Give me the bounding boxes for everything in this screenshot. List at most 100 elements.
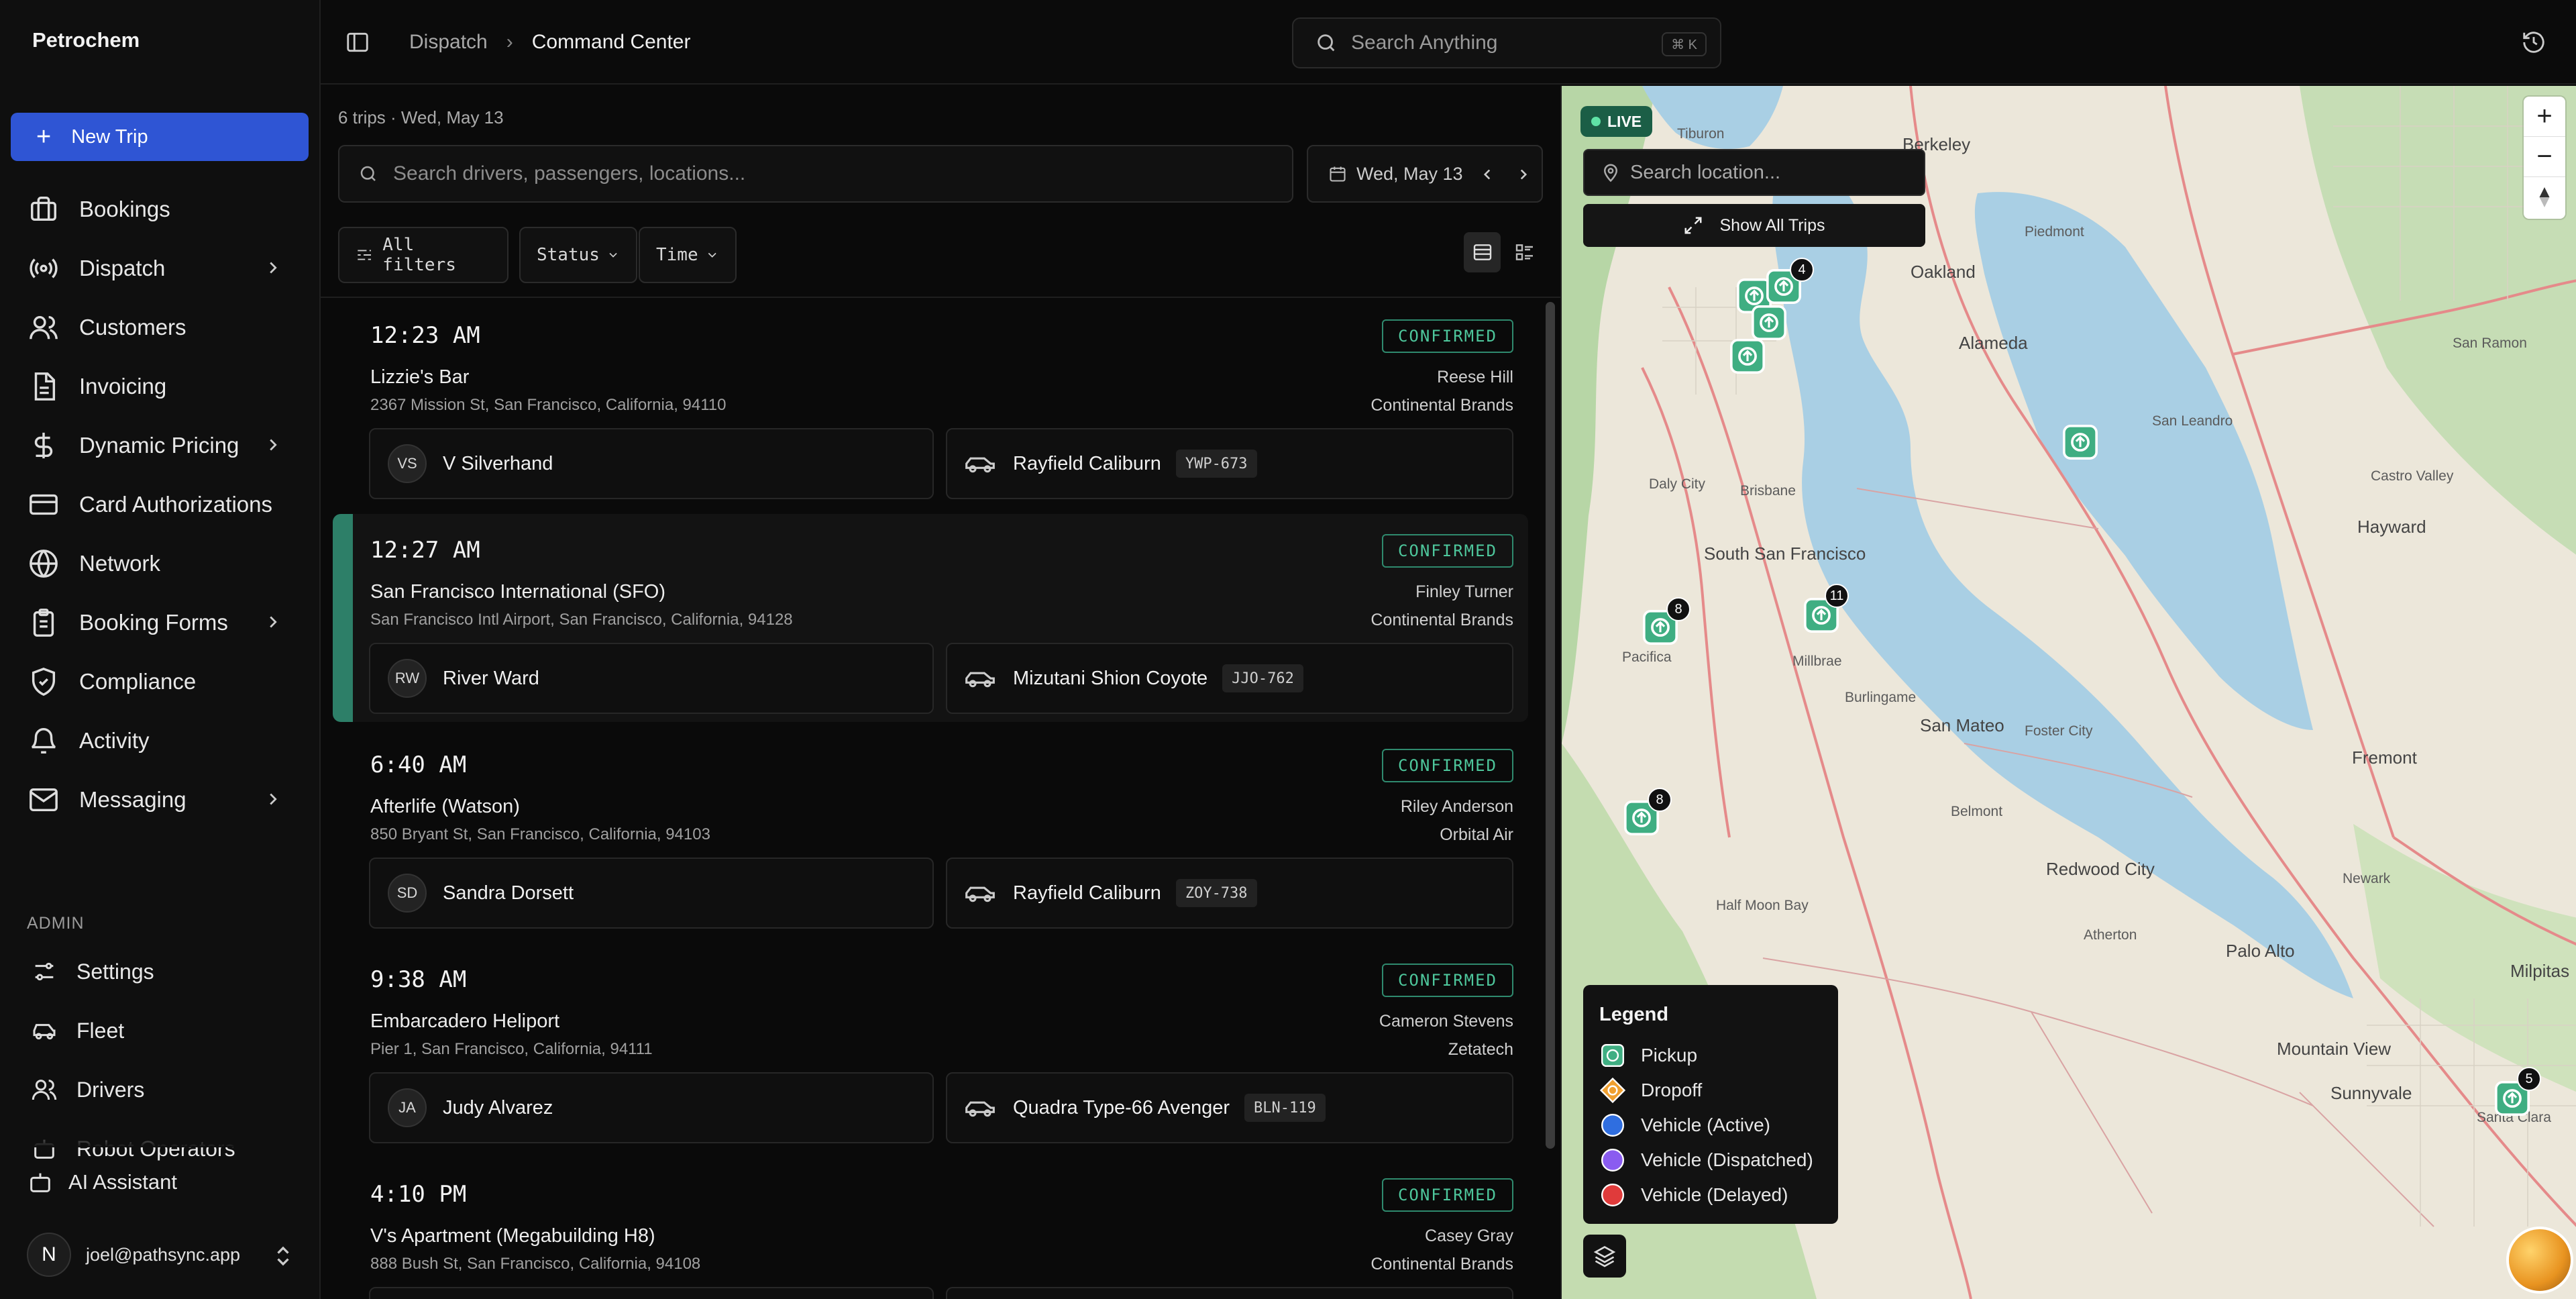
detail-view-button[interactable] <box>1506 232 1543 272</box>
trip-card[interactable]: 9:38 AM CONFIRMED Embarcadero Heliport P… <box>333 943 1528 1151</box>
sidebar-item-messaging[interactable]: Messaging <box>28 780 283 820</box>
pickup-cluster-marker[interactable]: 5 <box>2493 1067 2541 1118</box>
scrollbar-thumb[interactable] <box>1546 302 1555 1149</box>
chevron-left-icon[interactable] <box>1479 165 1496 184</box>
vehicle-card[interactable]: Mizutani Shion Coyote JJO-762 <box>946 643 1513 714</box>
trip-company: Continental Brands <box>1371 1255 1513 1274</box>
pickup-cluster-marker[interactable]: 8 <box>1622 788 1672 837</box>
driver-card[interactable]: VS V Silverhand <box>369 428 934 499</box>
map-pin-icon <box>1603 164 1618 183</box>
cluster-count: 5 <box>2517 1067 2541 1091</box>
zoom-controls: + − <box>2524 97 2565 219</box>
sidebar-item-label: Network <box>79 551 161 576</box>
zoom-in-button[interactable]: + <box>2524 97 2565 137</box>
trip-time: 9:38 AM <box>370 966 467 993</box>
time-filter-button[interactable]: Time <box>639 227 737 283</box>
sidebar-item-dispatch[interactable]: Dispatch <box>28 248 283 289</box>
pickup-pin-icon <box>2063 425 2098 460</box>
vehicle-card[interactable]: Rayfield Caliburn YWP-673 <box>946 428 1513 499</box>
driver-card[interactable]: SD Sandra Dorsett <box>369 858 934 929</box>
driver-avatar: RW <box>388 659 427 698</box>
all-filters-button[interactable]: All filters <box>338 227 508 283</box>
sidebar-item-compliance[interactable]: Compliance <box>28 662 283 702</box>
driver-card[interactable] <box>369 1287 934 1299</box>
pickup-cluster-marker[interactable]: 4 <box>1764 258 1814 306</box>
status-filter-button[interactable]: Status <box>519 227 637 283</box>
trip-card[interactable]: 4:10 PM CONFIRMED V's Apartment (Megabui… <box>333 1158 1528 1299</box>
chevron-up-down-icon <box>277 1246 289 1266</box>
sidebar-toggle-icon[interactable] <box>345 30 370 55</box>
car-icon <box>965 886 995 902</box>
layers-button[interactable] <box>1583 1235 1626 1278</box>
zoom-out-button[interactable]: − <box>2524 137 2565 177</box>
trip-passenger: Riley Anderson <box>1400 797 1513 816</box>
location-search-input[interactable]: Search location... <box>1583 149 1925 196</box>
user-menu[interactable]: N joel@pathsync.app <box>27 1228 295 1282</box>
date-picker[interactable]: Wed, May 13 <box>1307 145 1543 203</box>
compass-button[interactable] <box>2524 177 2565 217</box>
driver-name: Sandra Dorsett <box>443 882 574 904</box>
avatar: N <box>27 1233 71 1277</box>
sidebar-item-settings[interactable]: Settings <box>31 953 154 990</box>
trip-card[interactable]: 12:23 AM CONFIRMED Lizzie's Bar 2367 Mis… <box>333 299 1528 507</box>
filter-icon <box>358 250 372 260</box>
sidebar-item-fleet[interactable]: Fleet <box>31 1012 124 1049</box>
trip-company: Orbital Air <box>1440 825 1513 844</box>
map-view[interactable]: Tiburon Berkeley Oakland Piedmont Alamed… <box>1560 86 2576 1299</box>
sidebar-item-invoicing[interactable]: Invoicing <box>28 366 283 407</box>
sidebar-item-drivers[interactable]: Drivers <box>31 1071 144 1108</box>
credit-card-icon <box>30 494 58 515</box>
vehicle-card[interactable] <box>946 1287 1513 1299</box>
sidebar-item-activity[interactable]: Activity <box>28 721 283 761</box>
vehicle-card[interactable]: Quadra Type-66 Avenger BLN-119 <box>946 1072 1513 1143</box>
brand-name: Petrochem <box>32 28 140 52</box>
sidebar-item-card-authorizations[interactable]: Card Authorizations <box>28 484 283 525</box>
sidebar-item-booking-forms[interactable]: Booking Forms <box>28 603 283 643</box>
show-all-trips-button[interactable]: Show All Trips <box>1583 204 1925 247</box>
trip-card[interactable]: 6:40 AM CONFIRMED Afterlife (Watson) 850… <box>333 729 1528 937</box>
pickup-cluster-marker[interactable]: 8 <box>1641 597 1690 647</box>
status-badge: CONFIRMED <box>1381 319 1513 353</box>
trip-time: 6:40 AM <box>370 751 467 778</box>
global-search-input[interactable]: Search Anything ⌘ K <box>1292 17 1721 68</box>
trip-passenger: Reese Hill <box>1437 368 1513 386</box>
driver-card[interactable]: JA Judy Alvarez <box>369 1072 934 1143</box>
map-label: Burlingame <box>1845 690 1917 705</box>
view-toggle <box>1464 232 1543 276</box>
legend-title: Legend <box>1599 1004 1669 1025</box>
trip-card-selected[interactable]: 12:27 AM CONFIRMED San Francisco Interna… <box>333 514 1528 722</box>
vehicle-active-dot-icon <box>1599 1112 1626 1139</box>
sidebar-item-bookings[interactable]: Bookings <box>28 189 283 229</box>
chevron-right-icon <box>270 616 277 628</box>
vehicle-dispatched-dot-icon <box>1599 1147 1626 1174</box>
sidebar-item-customers[interactable]: Customers <box>28 307 283 348</box>
driver-card[interactable]: RW River Ward <box>369 643 934 714</box>
pickup-cluster-marker[interactable]: 11 <box>1802 584 1849 635</box>
map-style-globe-button[interactable] <box>2506 1227 2573 1294</box>
new-trip-button[interactable]: + New Trip <box>11 113 309 161</box>
pickup-marker[interactable] <box>2061 423 2100 462</box>
vehicle-card[interactable]: Rayfield Caliburn ZOY-738 <box>946 858 1513 929</box>
chevron-right-icon[interactable] <box>1515 165 1532 184</box>
pickup-pin-icon <box>1730 339 1765 374</box>
list-view-button[interactable] <box>1464 232 1501 272</box>
trip-location: V's Apartment (Megabuilding H8) <box>370 1225 655 1247</box>
shield-icon <box>32 667 56 696</box>
briefcase-icon <box>31 197 56 221</box>
sidebar-item-label: Invoicing <box>79 374 167 399</box>
sidebar-item-network[interactable]: Network <box>28 543 283 584</box>
trip-search-input[interactable]: Search drivers, passengers, locations... <box>338 145 1293 203</box>
breadcrumb-dispatch[interactable]: Dispatch <box>409 31 488 54</box>
trip-location: Embarcadero Heliport <box>370 1010 560 1032</box>
sidebar-item-dynamic-pricing[interactable]: Dynamic Pricing <box>28 425 283 466</box>
history-icon[interactable] <box>2521 30 2546 55</box>
status-badge: CONFIRMED <box>1381 534 1513 568</box>
ai-assistant-button[interactable]: AI Assistant <box>27 1169 177 1196</box>
calendar-icon <box>1330 166 1346 182</box>
layers-icon <box>1593 1245 1616 1267</box>
cluster-count: 4 <box>1790 258 1814 282</box>
map-label: San Ramon <box>2453 335 2527 351</box>
map-label: Mountain View <box>2277 1039 2392 1059</box>
live-label: LIVE <box>1607 112 1642 130</box>
pickup-marker[interactable] <box>1728 337 1767 376</box>
